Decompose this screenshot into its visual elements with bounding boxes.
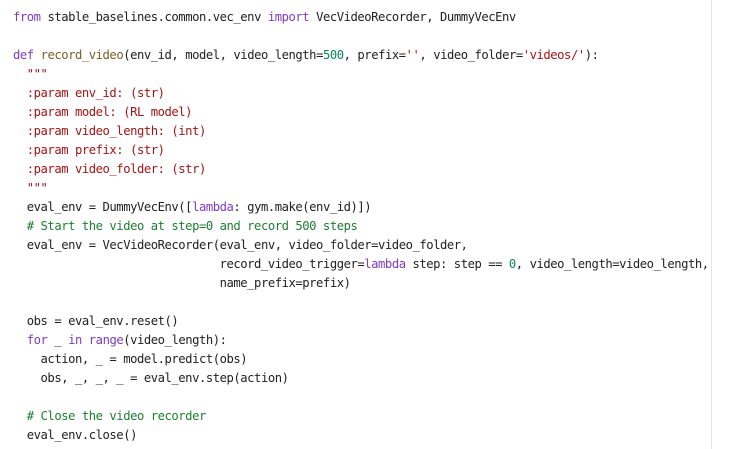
code-token: :param video_length: (int): [13, 124, 207, 138]
code-token: stable_baselines.common.vec_env: [40, 10, 268, 24]
code-token: ):: [584, 48, 599, 62]
code-token: obs = eval_env.reset(): [13, 314, 179, 328]
code-line: obs = eval_env.reset(): [13, 312, 709, 331]
code-token: , video_length=video_length,: [515, 257, 709, 271]
code-token: eval_env = DummyVecEnv([: [13, 200, 193, 214]
code-line: """: [13, 65, 709, 84]
code-line: # Start the video at step=0 and record 5…: [13, 217, 709, 236]
code-token: from: [13, 10, 41, 24]
code-line: eval_env = DummyVecEnv([lambda: gym.make…: [13, 198, 709, 217]
code-token: :param video_folder: (str): [13, 162, 207, 176]
code-line: :param model: (RL model): [13, 103, 709, 122]
code-line: ​: [13, 293, 709, 312]
code-token: obs, _, _, _ = eval_env.step(action): [13, 371, 289, 385]
code-cell[interactable]: from stable_baselines.common.vec_env imp…: [0, 0, 736, 449]
code-token: action, _ = model.predict(obs): [13, 352, 248, 366]
code-token: name_prefix=prefix): [13, 276, 351, 290]
code-token: def: [13, 48, 34, 62]
code-token: lambda: [192, 200, 234, 214]
code-line: :param env_id: (str): [13, 84, 709, 103]
code-line: name_prefix=prefix): [13, 274, 709, 293]
code-token: 500: [322, 48, 344, 62]
code-line: eval_env.close(): [13, 426, 709, 445]
code-line: record_video_trigger=lambda step: step =…: [13, 255, 709, 274]
code-line: def record_video(env_id, model, video_le…: [13, 46, 709, 65]
code-editor[interactable]: from stable_baselines.common.vec_env imp…: [13, 8, 709, 445]
code-token: : gym.make(env_id)]): [233, 200, 372, 214]
code-token: eval_env = VecVideoRecorder(eval_env, vi…: [13, 238, 468, 252]
code-token: 'videos/': [522, 48, 585, 62]
code-token: '': [405, 48, 420, 62]
code-token: _: [47, 333, 69, 347]
code-token: step: step ==: [405, 257, 509, 271]
code-token: :param env_id: (str): [13, 86, 165, 100]
code-token: , prefix=: [343, 48, 406, 62]
code-token: (video_length):: [123, 333, 227, 347]
code-token: (env_id, model, video_length=: [123, 48, 323, 62]
code-token: , video_folder=: [419, 48, 523, 62]
code-line: :param video_length: (int): [13, 122, 709, 141]
code-line: eval_env = VecVideoRecorder(eval_env, vi…: [13, 236, 709, 255]
code-token: VecVideoRecorder, DummyVecEnv: [309, 10, 516, 24]
code-line: obs, _, _, _ = eval_env.step(action): [13, 369, 709, 388]
code-token: :param prefix: (str): [13, 143, 165, 157]
code-line: """: [13, 179, 709, 198]
code-line: :param prefix: (str): [13, 141, 709, 160]
code-token: in: [68, 333, 82, 347]
code-token: """: [13, 181, 48, 195]
code-line: action, _ = model.predict(obs): [13, 350, 709, 369]
code-line: from stable_baselines.common.vec_env imp…: [13, 8, 709, 27]
code-line: # Close the video recorder: [13, 407, 709, 426]
code-token: import: [267, 10, 310, 24]
code-line: ​: [13, 388, 709, 407]
code-token: eval_env.close(): [13, 428, 138, 442]
code-line: :param video_folder: (str): [13, 160, 709, 179]
code-token: # Start the video at step=0 and record 5…: [13, 219, 358, 233]
ruler-line: [711, 0, 712, 449]
code-token: range: [88, 333, 124, 347]
code-token: lambda: [364, 257, 406, 271]
code-line: ​: [13, 27, 709, 46]
code-token: """: [13, 67, 48, 81]
code-token: 0: [508, 257, 516, 271]
code-token: record_video: [40, 48, 124, 62]
code-token: :param model: (RL model): [13, 105, 193, 119]
code-token: # Close the video recorder: [13, 409, 207, 423]
code-line: for _ in range(video_length):: [13, 331, 709, 350]
code-token: record_video_trigger=: [13, 257, 365, 271]
code-token: for: [26, 333, 48, 347]
